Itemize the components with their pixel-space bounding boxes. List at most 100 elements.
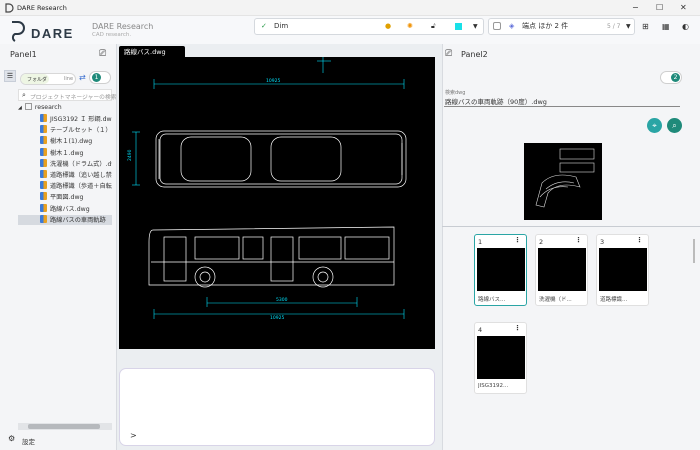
dwg-file-icon bbox=[40, 170, 47, 178]
dwg-file-icon bbox=[40, 147, 47, 156]
result-thumbnail bbox=[477, 336, 525, 379]
snap-label: 端点 ほか 2 件 bbox=[522, 22, 569, 30]
tree-file-label: 洗濯機（ドラム式）.dwg bbox=[50, 160, 112, 168]
add-icon[interactable]: ⊞ bbox=[642, 22, 649, 31]
h-scrollbar[interactable] bbox=[18, 423, 112, 430]
lock-icon[interactable]: 🔓︎ bbox=[431, 22, 436, 31]
result-thumbnail bbox=[538, 248, 586, 291]
v-scrollbar[interactable] bbox=[693, 239, 695, 263]
dwg-file-icon bbox=[40, 114, 47, 122]
result-number: 4 bbox=[478, 326, 483, 334]
dim-top-text: 10925 bbox=[266, 78, 280, 84]
tree-file-label: 道路標識（追い越し禁止）.dwg bbox=[50, 172, 112, 179]
tree-file-item[interactable]: 道路標識（追い越し禁止）.dwg bbox=[18, 170, 112, 180]
snap-count: 5 / 7 bbox=[607, 23, 621, 30]
color-swatch[interactable] bbox=[455, 23, 462, 30]
settings-label[interactable]: 設定 bbox=[22, 436, 35, 446]
tree-file-item[interactable]: JISG3192 Ｉ 形鋼.dwg bbox=[18, 114, 112, 124]
result-caption: 洗濯機（ド... bbox=[539, 297, 572, 303]
bulb-icon[interactable]: ● bbox=[385, 22, 391, 31]
dwg-file-icon bbox=[40, 214, 47, 223]
tree-file-label: 道路標識（歩道＋自転車）.dwg bbox=[50, 183, 112, 191]
h-scrollbar-thumb[interactable] bbox=[28, 424, 100, 429]
more-icon[interactable]: ⋮ bbox=[636, 236, 643, 244]
minimize-icon[interactable]: − bbox=[632, 3, 639, 12]
dwg-file-icon bbox=[40, 192, 47, 201]
brand-logo-icon bbox=[11, 21, 25, 42]
snap-checkbox[interactable] bbox=[493, 22, 501, 30]
tree-file-item[interactable]: 平面図.dwg bbox=[18, 192, 112, 202]
list-view-icon[interactable]: ☰ bbox=[4, 70, 16, 82]
more-icon[interactable]: ⋮ bbox=[575, 236, 582, 244]
result-card[interactable]: 1 ⋮ 路線バス... bbox=[474, 234, 527, 306]
project-search[interactable]: ⌕ プロジェクトマネージャーの検索 bbox=[18, 89, 117, 101]
chevron-down-icon[interactable]: ▼ bbox=[473, 22, 478, 31]
gear-icon[interactable]: ⚙ bbox=[8, 434, 15, 443]
dim-mid-text: 5300 bbox=[276, 297, 288, 303]
more-icon[interactable]: ⋮ bbox=[514, 324, 521, 332]
sidebar-toggle-icon[interactable]: ⎚ bbox=[99, 49, 106, 59]
search-icon: ⌕ bbox=[22, 91, 26, 99]
tree-file-label: テーブルセット（１）.dwg bbox=[50, 127, 112, 135]
bus-plan-view bbox=[155, 130, 407, 188]
result-thumbnail bbox=[599, 248, 647, 291]
search-button[interactable]: ⌕ bbox=[667, 118, 682, 133]
result-caption: JISG3192... bbox=[478, 383, 509, 389]
dwg-file-icon bbox=[40, 203, 47, 212]
result-caption: 路線バス... bbox=[478, 297, 506, 303]
tree-file-item[interactable]: 路線バス.dwg bbox=[18, 203, 112, 214]
tree-file-item[interactable]: 樹木１(1).dwg bbox=[18, 136, 112, 146]
tree-file-label: 平面図.dwg bbox=[50, 194, 84, 202]
divider bbox=[442, 226, 700, 227]
folder-icon bbox=[24, 103, 32, 110]
result-caption: 道路標識... bbox=[600, 297, 628, 303]
dim-bottom-text: 10925 bbox=[270, 315, 284, 321]
title-bar: DARE Research − ☐ ✕ bbox=[0, 0, 700, 16]
tree-file-item[interactable]: テーブルセット（１）.dwg bbox=[18, 125, 112, 135]
result-number: 3 bbox=[600, 238, 605, 246]
chevron-down-icon[interactable]: ▼ bbox=[626, 22, 631, 31]
share-icon[interactable]: ⇄ bbox=[79, 73, 86, 82]
result-card[interactable]: 3 ⋮ 道路標識... bbox=[596, 234, 649, 306]
dimension-lines bbox=[132, 57, 405, 319]
segment-folder[interactable]: フォルダ bbox=[27, 76, 47, 83]
panel1-title: Panel1 bbox=[10, 50, 37, 59]
dwg-file-icon bbox=[40, 181, 47, 190]
chat-box[interactable]: > bbox=[119, 368, 435, 446]
window-title: DARE Research bbox=[17, 4, 67, 12]
expand-icon[interactable]: ◢ bbox=[18, 105, 22, 111]
bus-side-view bbox=[148, 226, 395, 288]
snap-icon: ◈ bbox=[509, 22, 515, 30]
cad-canvas[interactable]: 10925 2490 5300 10925 bbox=[119, 57, 435, 349]
result-card[interactable]: 4 ⋮ JISG3192... bbox=[474, 322, 527, 394]
panel-toggle-icon[interactable]: ⎚ bbox=[445, 49, 452, 59]
snap-toolbar: ◈ 端点 ほか 2 件 5 / 7 ▼ bbox=[488, 18, 635, 35]
result-card[interactable]: 2 ⋮ 洗濯機（ド... bbox=[535, 234, 588, 306]
dwg-file-icon bbox=[40, 136, 47, 145]
panel2-title: Panel2 bbox=[461, 50, 488, 59]
tree-file-item[interactable]: 洗濯機（ドラム式）.dwg bbox=[18, 158, 112, 169]
bus-drawing: 10925 2490 5300 10925 bbox=[127, 57, 407, 321]
maximize-icon[interactable]: ☐ bbox=[656, 3, 663, 12]
tree-file-label: JISG3192 Ｉ 形鋼.dwg bbox=[50, 116, 112, 123]
query-preview bbox=[524, 143, 602, 220]
theme-toggle-icon[interactable]: ◐ bbox=[682, 22, 689, 31]
tree-file-item[interactable]: 路線バスの車両軌跡 bbox=[18, 214, 112, 225]
tree-root[interactable]: ◢ research bbox=[18, 103, 112, 113]
check-icon[interactable]: ✓ bbox=[261, 22, 267, 31]
project-title: DARE Research bbox=[92, 22, 154, 31]
crosshair-icon[interactable]: ⌖ bbox=[647, 118, 662, 133]
tree-file-item[interactable]: 樹木１.dwg bbox=[18, 147, 112, 158]
search-value[interactable]: 路線バスの車両軌跡（90度）.dwg bbox=[445, 96, 547, 106]
dim-toolbar: ✓ Dim ● ✺ 🔓︎ ▼ bbox=[254, 18, 484, 35]
sun-icon[interactable]: ✺ bbox=[407, 22, 413, 31]
project-subtitle: CAD research. bbox=[92, 32, 132, 38]
dwg-file-icon bbox=[40, 158, 47, 167]
search-placeholder: プロジェクトマネージャーの検索 bbox=[30, 95, 117, 101]
grid-icon[interactable]: ▦ bbox=[662, 22, 670, 31]
more-icon[interactable]: ⋮ bbox=[514, 236, 521, 244]
tree-file-item[interactable]: 道路標識（歩道＋自転車）.dwg bbox=[18, 181, 112, 191]
app-logo-icon bbox=[5, 3, 14, 13]
close-icon[interactable]: ✕ bbox=[680, 3, 687, 12]
segment-line[interactable]: line bbox=[64, 76, 73, 82]
